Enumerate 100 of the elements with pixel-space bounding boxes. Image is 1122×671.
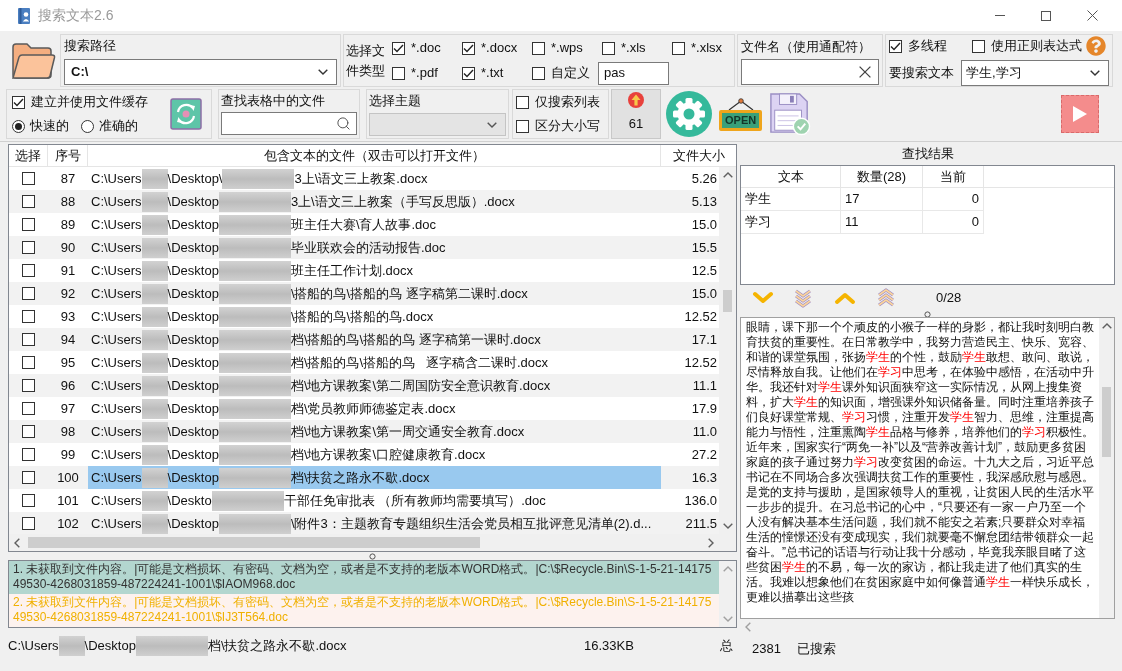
radio-button[interactable]: [81, 119, 94, 133]
table-row[interactable]: 102 C:\Users \Desktop \附件3：主题教育专题组织生活会党员相互批评意见清单(2).d... 211.5: [9, 512, 719, 535]
checkbox-label: 多线程: [908, 38, 947, 54]
radio-button[interactable]: [12, 119, 25, 133]
file-size: 11.0: [692, 422, 718, 441]
column-header[interactable]: 当前: [923, 166, 984, 187]
check-icon: [463, 43, 474, 53]
checkbox[interactable]: [516, 119, 529, 133]
file-path-text: 3上\语文三上教案（手写反思版）.docx: [290, 193, 515, 210]
file-name-label: 文件名（使用通配符）: [741, 38, 872, 55]
file-path-text: 班主任大赛\育人故事.doc: [290, 216, 437, 233]
file-path-text: 档\扶贫之路永不歇.docx: [207, 638, 347, 654]
row-number: 88: [59, 192, 77, 211]
checkbox[interactable]: [532, 41, 545, 55]
checkbox-label: 建立并使用文件缓存: [31, 94, 148, 110]
checkbox[interactable]: [22, 494, 35, 507]
checkbox[interactable]: [22, 448, 35, 461]
checkbox[interactable]: [22, 172, 35, 185]
checkbox[interactable]: [22, 264, 35, 277]
table-row[interactable]: 98 C:\Users \Desktop 档\地方课教案\第一周交通安全教育.docx 11.0: [9, 420, 719, 443]
search-icon: [336, 116, 351, 131]
file-name-field[interactable]: [741, 59, 879, 85]
column-header[interactable]: 数量(28): [841, 166, 923, 187]
checkbox[interactable]: [392, 66, 405, 80]
scroll-right-icon[interactable]: [708, 537, 714, 548]
checkbox[interactable]: [972, 39, 985, 53]
column-header[interactable]: 文本: [741, 166, 841, 187]
file-path-text: C:\Users: [91, 446, 142, 463]
theme-label: 选择主题: [369, 92, 422, 109]
checkbox[interactable]: [392, 41, 405, 55]
file-size: 16.3: [691, 468, 718, 487]
blurred-region: [141, 306, 168, 327]
scrollbar-thumb[interactable]: [28, 537, 480, 548]
column-header[interactable]: 文件大小: [661, 145, 736, 166]
floppy-disk-check-icon: [769, 92, 812, 136]
splitter-grip-icon[interactable]: [369, 552, 376, 560]
checkbox[interactable]: [462, 41, 475, 55]
table-row[interactable]: 94 C:\Users \Desktop 档\搭船的鸟\搭船的鸟 逐字稿第一课时.docx 17.1: [9, 328, 719, 351]
checkbox[interactable]: [22, 471, 35, 484]
custom-type-field[interactable]: pas: [598, 61, 669, 85]
row-number: 98: [59, 422, 77, 441]
checkbox[interactable]: [22, 425, 35, 438]
clear-icon[interactable]: [859, 66, 871, 78]
start-search-button[interactable]: [1061, 95, 1099, 133]
checkbox[interactable]: [12, 95, 25, 109]
checkbox[interactable]: [516, 95, 529, 109]
scroll-up-icon[interactable]: [1101, 323, 1112, 329]
checkbox-label: *.pdf: [411, 65, 438, 81]
scrollbar-thumb[interactable]: [1102, 387, 1111, 457]
scroll-left-icon[interactable]: [14, 537, 20, 548]
column-header[interactable]: 包含文本的文件（双击可以打开文件）: [88, 145, 661, 166]
file-path-text: \搭船的鸟\搭船的鸟.docx: [290, 308, 434, 325]
chevron-down-icon: [318, 69, 328, 75]
vertical-scrollbar[interactable]: [719, 167, 736, 534]
table-row[interactable]: 88 C:\Users \Desktop 3上\语文三上教案（手写反思版）.docx 5.13: [9, 190, 719, 213]
scrollbar-thumb[interactable]: [723, 290, 732, 312]
scroll-down-icon[interactable]: [722, 523, 733, 529]
checkbox[interactable]: [462, 66, 475, 80]
table-row[interactable]: 96 C:\Users \Desktop 档\地方课教案\第二周国防安全意识教育.docx 11.1: [9, 374, 719, 397]
horizontal-scrollbar[interactable]: [9, 534, 736, 551]
checkbox[interactable]: [532, 66, 545, 80]
file-path-text: \Desktop: [167, 285, 219, 302]
counter-button[interactable]: 61: [611, 89, 661, 139]
message-item[interactable]: 1. 未获取到文件内容。|可能是文档损坏、有密码、文档为空，或者是不支持的老版本WORD格式。|C:\$Recycle.Bin\S-1-5-21-1417549530-4268031859-487224241-1001\$IAOM968.doc: [9, 561, 719, 594]
checkbox[interactable]: [672, 41, 685, 55]
maximize-icon: [1041, 10, 1051, 21]
checkbox[interactable]: [22, 402, 35, 415]
splitter-grip-icon[interactable]: [924, 310, 931, 318]
checkbox[interactable]: [22, 287, 35, 300]
checkbox[interactable]: [889, 39, 902, 53]
file-path-text: 档\地方课教案\口腔健康教育.docx: [290, 446, 486, 463]
vertical-scrollbar[interactable]: [1099, 318, 1114, 618]
checkbox[interactable]: [22, 379, 35, 392]
results-title: 查找结果: [900, 145, 955, 164]
column-header[interactable]: 序号: [48, 145, 88, 166]
refresh-button[interactable]: [170, 98, 202, 130]
checkbox[interactable]: [22, 356, 35, 369]
search-text-combobox[interactable]: 学生,学习: [961, 60, 1109, 86]
file-path-text: C:\Users: [91, 469, 142, 486]
save-button[interactable]: [769, 92, 812, 136]
checkbox[interactable]: [22, 333, 35, 346]
row-number: 93: [59, 307, 77, 326]
checkbox[interactable]: [22, 195, 35, 208]
checkbox[interactable]: [22, 241, 35, 254]
file-path-text: 档\扶贫之路永不歇.docx: [290, 469, 430, 486]
blurred-region: [141, 168, 168, 189]
table-row[interactable]: 92 C:\Users \Desktop \搭船的鸟\搭船的鸟 逐字稿第二课时.docx 15.0: [9, 282, 719, 305]
column-header[interactable]: 选择: [9, 145, 48, 166]
file-path-text: C:\Users: [91, 400, 142, 417]
table-filter-field[interactable]: [221, 112, 357, 135]
table-row[interactable]: 90 C:\Users \Desktop 毕业联欢会的活动报告.doc 15.5: [9, 236, 719, 259]
file-path-text: \Desktop: [167, 193, 219, 210]
scroll-up-icon[interactable]: [722, 172, 733, 178]
checkbox[interactable]: [22, 218, 35, 231]
search-path-label: 搜索路径: [64, 37, 117, 54]
path-combobox[interactable]: C:\: [64, 59, 337, 85]
checkbox[interactable]: [22, 310, 35, 323]
checkbox[interactable]: [22, 517, 35, 530]
checkbox[interactable]: [602, 41, 615, 55]
table-row[interactable]: 100 C:\Users \Desktop 档\扶贫之路永不歇.docx 16.3: [9, 466, 719, 489]
